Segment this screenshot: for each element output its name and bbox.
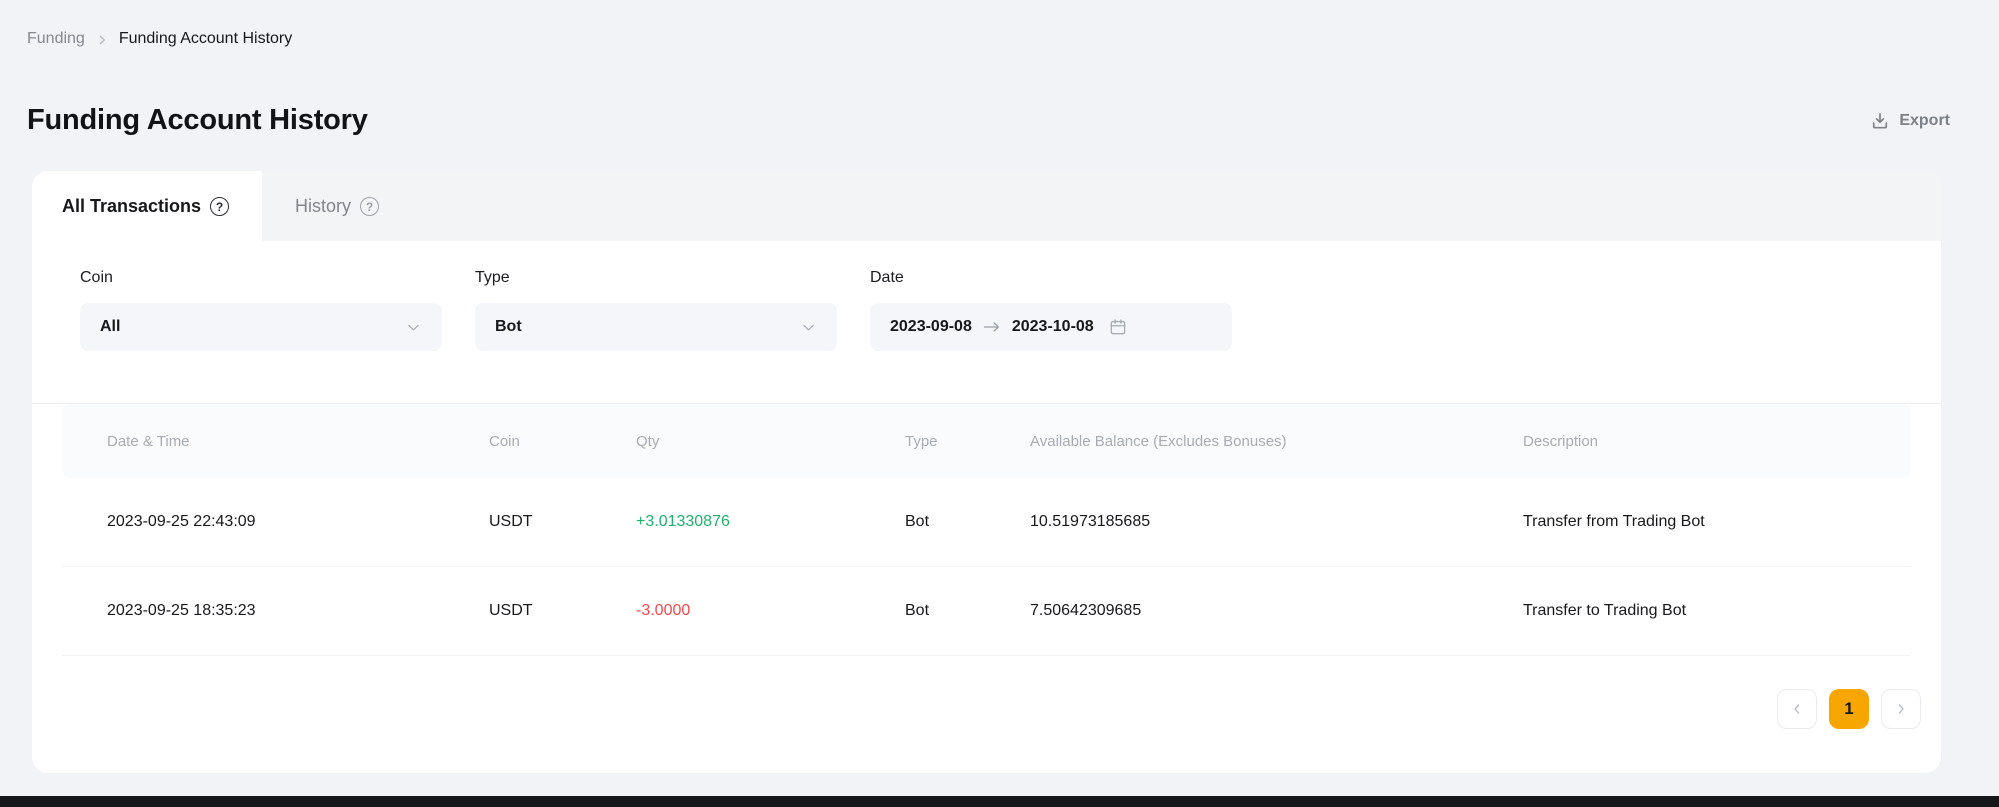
pagination-prev-button[interactable] <box>1777 689 1817 729</box>
pagination: 1 <box>32 689 1921 729</box>
filters-row: Coin All Type Bot <box>32 241 1941 351</box>
coin-select[interactable]: All <box>80 303 442 351</box>
cell-description: Transfer to Trading Bot <box>1523 602 1911 620</box>
table-row: 2023-09-25 22:43:09 USDT +3.01330876 Bot… <box>62 478 1911 567</box>
cell-type: Bot <box>905 513 1030 531</box>
date-filter-label: Date <box>870 269 1232 287</box>
date-range-picker[interactable]: 2023-09-08 2023-10-08 <box>870 303 1232 351</box>
tab-all-transactions[interactable]: All Transactions <box>32 171 262 241</box>
funding-history-page: Funding Funding Account History Funding … <box>0 0 1999 773</box>
export-button[interactable]: Export <box>1870 111 1950 131</box>
arrow-right-icon <box>982 320 1002 334</box>
chevron-right-icon <box>95 33 109 47</box>
chevron-down-icon <box>405 319 422 336</box>
table-row: 2023-09-25 18:35:23 USDT -3.0000 Bot 7.5… <box>62 567 1911 656</box>
chevron-right-icon <box>1893 701 1909 717</box>
column-header-datetime: Date & Time <box>62 433 489 450</box>
pagination-page-1[interactable]: 1 <box>1829 689 1869 729</box>
title-row: Funding Account History Export <box>27 104 1950 137</box>
coin-filter-label: Coin <box>80 269 442 287</box>
tab-label: History <box>295 196 351 217</box>
date-start-value: 2023-09-08 <box>890 318 972 336</box>
chevron-down-icon <box>800 319 817 336</box>
cell-balance: 7.50642309685 <box>1030 602 1523 620</box>
cell-coin: USDT <box>489 602 636 620</box>
column-header-coin: Coin <box>489 433 636 450</box>
tab-label: All Transactions <box>62 196 201 217</box>
type-select-value: Bot <box>495 318 800 336</box>
breadcrumb-item-current: Funding Account History <box>119 30 292 48</box>
column-header-description: Description <box>1523 433 1911 450</box>
breadcrumb: Funding Funding Account History <box>0 0 1999 48</box>
chevron-left-icon <box>1789 701 1805 717</box>
cell-qty: -3.0000 <box>636 602 905 620</box>
breadcrumb-item-funding[interactable]: Funding <box>27 30 85 48</box>
type-filter-label: Type <box>475 269 837 287</box>
coin-select-value: All <box>100 318 405 336</box>
column-header-type: Type <box>905 433 1030 450</box>
pagination-next-button[interactable] <box>1881 689 1921 729</box>
date-filter: Date 2023-09-08 2023-10-08 <box>870 269 1232 351</box>
help-icon[interactable] <box>360 197 379 216</box>
tab-bar: All Transactions History <box>32 171 1941 241</box>
calendar-icon[interactable] <box>1108 317 1128 337</box>
help-icon[interactable] <box>210 197 229 216</box>
cell-datetime: 2023-09-25 22:43:09 <box>62 513 489 531</box>
coin-filter: Coin All <box>80 269 442 351</box>
type-select[interactable]: Bot <box>475 303 837 351</box>
cell-type: Bot <box>905 602 1030 620</box>
column-header-balance: Available Balance (Excludes Bonuses) <box>1030 433 1523 450</box>
history-card: All Transactions History Coin All <box>32 171 1941 773</box>
page-title: Funding Account History <box>27 104 368 137</box>
cell-balance: 10.51973185685 <box>1030 513 1523 531</box>
cell-description: Transfer from Trading Bot <box>1523 513 1911 531</box>
transactions-table: Date & Time Coin Qty Type Available Bala… <box>62 404 1911 656</box>
download-icon <box>1870 111 1890 131</box>
cell-coin: USDT <box>489 513 636 531</box>
column-header-qty: Qty <box>636 433 905 450</box>
cell-qty: +3.01330876 <box>636 513 905 531</box>
date-end-value: 2023-10-08 <box>1012 318 1094 336</box>
footer-dark-bar <box>0 796 1999 807</box>
type-filter: Type Bot <box>475 269 837 351</box>
tab-history[interactable]: History <box>262 171 415 241</box>
cell-datetime: 2023-09-25 18:35:23 <box>62 602 489 620</box>
card-body: Coin All Type Bot <box>32 241 1941 773</box>
export-label: Export <box>1899 112 1950 130</box>
table-header-row: Date & Time Coin Qty Type Available Bala… <box>62 404 1911 478</box>
